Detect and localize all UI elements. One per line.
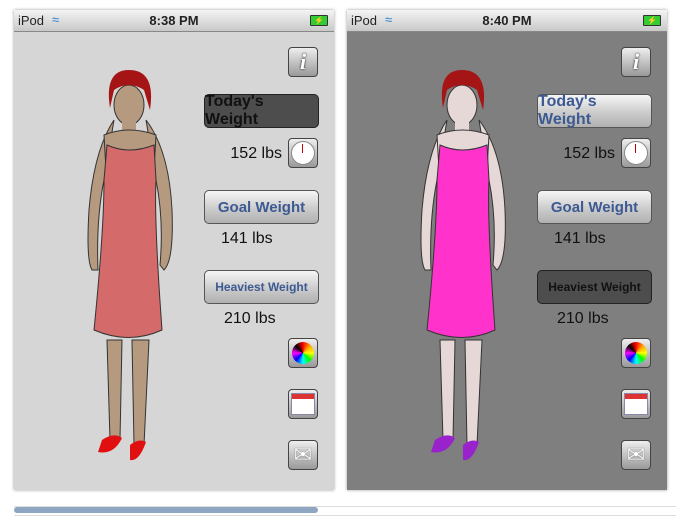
goal-weight-value: 141 lbs [554,230,606,247]
mail-icon: ✉ [626,442,646,467]
phone-screen: iPod ≈ 8:38 PM ⚡ i Today's Weight 152 lb… [14,10,334,490]
color-picker-button[interactable] [288,338,318,368]
horizontal-scrollbar-thumb[interactable] [14,507,318,513]
todays-weight-button[interactable]: Today's Weight [204,93,319,128]
info-button[interactable]: i [621,47,651,77]
heaviest-weight-button[interactable]: Heaviest Weight [204,270,319,304]
info-icon: i [632,49,640,74]
scale-button[interactable] [288,138,318,168]
goal-weight-button[interactable]: Goal Weight [204,190,319,224]
mail-icon: ✉ [293,442,313,467]
info-icon: i [299,49,307,74]
goal-weight-value: 141 lbs [221,230,273,247]
heaviest-weight-value: 210 lbs [224,310,276,327]
status-bar: iPod ≈ 8:38 PM ⚡ [14,10,334,32]
heaviest-weight-button[interactable]: Heaviest Weight [537,270,652,304]
color-wheel-icon [625,342,647,364]
woman-figure [87,70,173,461]
color-wheel-icon [292,342,314,364]
mail-button[interactable]: ✉ [288,440,318,470]
todays-weight-button[interactable]: Today's Weight [537,93,652,128]
scale-button[interactable] [621,138,651,168]
todays-weight-value: 152 lbs [563,145,615,162]
clock-time: 8:38 PM [149,13,199,28]
calendar-button[interactable] [288,389,318,419]
woman-figure [420,70,506,461]
info-button[interactable]: i [288,47,318,77]
calendar-icon [291,393,315,415]
status-bar: iPod ≈ 8:40 PM ⚡ [347,10,667,32]
mail-button[interactable]: ✉ [621,440,651,470]
calendar-button[interactable] [621,389,651,419]
calendar-icon [624,393,648,415]
battery-icon: ⚡ [310,15,328,26]
scale-icon [624,141,648,165]
battery-icon: ⚡ [643,15,661,26]
phone-screen: iPod ≈ 8:40 PM ⚡ i Today's Weight 152 lb… [347,10,667,490]
todays-weight-value: 152 lbs [230,145,282,162]
scale-icon [291,141,315,165]
color-picker-button[interactable] [621,338,651,368]
heaviest-weight-value: 210 lbs [557,310,609,327]
goal-weight-button[interactable]: Goal Weight [537,190,652,224]
clock-time: 8:40 PM [482,13,532,28]
